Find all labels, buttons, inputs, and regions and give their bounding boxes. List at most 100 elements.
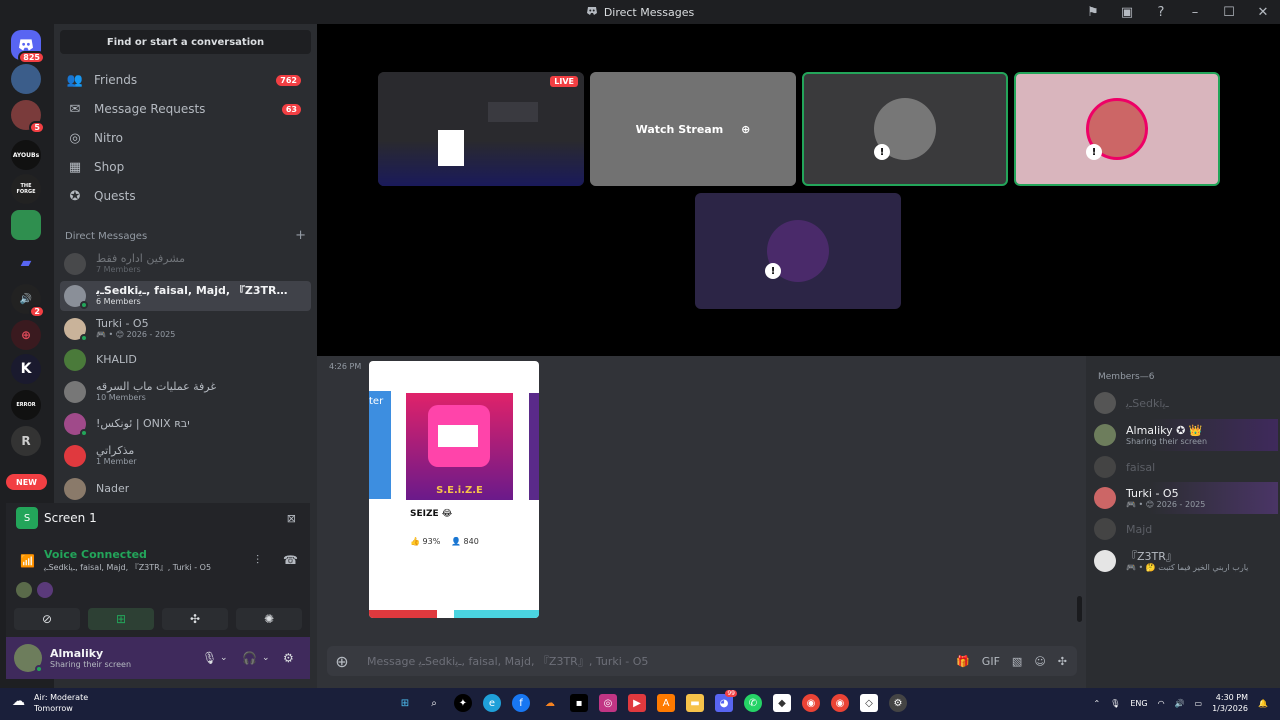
audio-options-chevron-icon[interactable]: ⌄ [262, 653, 270, 663]
member-item[interactable]: Almaliky ✪ 👑 Sharing their screen [1094, 419, 1278, 451]
find-conversation-button[interactable]: Find or start a conversation [60, 30, 311, 54]
nav-message-requests[interactable]: ✉ Message Requests 63 [60, 96, 311, 122]
whatsapp-icon[interactable]: ✆ [744, 694, 762, 712]
disconnect-icon[interactable]: ☎ [283, 553, 298, 567]
member-item[interactable]: Majd [1094, 513, 1278, 545]
mic-options-chevron-icon[interactable]: ⌄ [220, 653, 228, 663]
member-item[interactable]: faisal [1094, 451, 1278, 483]
media-app-icon[interactable]: ▶ [628, 694, 646, 712]
server-the-forge[interactable]: THE FORGE [11, 174, 41, 204]
maximize-button[interactable]: ☐ [1212, 0, 1246, 24]
nav-shop[interactable]: ▦ Shop [60, 154, 311, 180]
minimize-button[interactable]: – [1178, 0, 1212, 24]
language-indicator[interactable]: ENG [1130, 699, 1147, 708]
app-icon[interactable]: ✦ [454, 694, 472, 712]
create-dm-plus-icon[interactable]: + [295, 229, 306, 242]
dm-item-7[interactable]: Nader [60, 474, 311, 504]
weather-widget[interactable]: ☁ Air: Moderate Tomorrow [12, 692, 88, 714]
server-k[interactable]: K [11, 354, 41, 384]
tray-chevron-up-icon[interactable]: ⌃ [1093, 699, 1100, 708]
folder-icon[interactable]: ▰ [11, 248, 41, 278]
message-composer[interactable]: ⊕ Message ـﯾSedkiـﯾ, faisal, Majd, 『Z3TR… [327, 646, 1077, 676]
inbox-flag-icon[interactable]: ⚑ [1076, 0, 1110, 24]
nav-quests[interactable]: ✪ Quests [60, 183, 311, 209]
nav-nitro[interactable]: ◎ Nitro [60, 125, 311, 151]
server-ayoubs[interactable]: AYOUBs [11, 140, 41, 170]
nav-friends[interactable]: 👥 Friends 762 [60, 67, 311, 93]
chat-scrollbar[interactable] [1077, 596, 1082, 622]
wifi-icon[interactable]: ◠ [1158, 699, 1165, 708]
close-button[interactable]: ✕ [1246, 0, 1280, 24]
stream-tile-own[interactable]: LIVE [378, 72, 584, 186]
gift-icon[interactable]: 🎁 [956, 655, 970, 668]
server-avatar-2[interactable]: 5 [11, 100, 45, 134]
server-r[interactable]: R [11, 426, 41, 456]
cloud-app-icon[interactable]: ☁ [541, 694, 559, 712]
server-speaker[interactable]: 🔊 2 [11, 284, 45, 318]
app-settings-icon[interactable]: ⚙ [889, 694, 907, 712]
dm-item-2[interactable]: Turki - O5 🎮 • 😊 2026 - 2025 [60, 314, 311, 344]
server-error[interactable]: ERROR [11, 390, 41, 420]
notifications-bell-icon[interactable]: 🔔 [1258, 699, 1268, 708]
screen-share-notice-icon[interactable]: ▣ [1110, 0, 1144, 24]
voice-status-label[interactable]: Voice Connected [44, 548, 147, 561]
server-avatar-red[interactable]: ⊕ [11, 320, 41, 350]
camera-off-button[interactable]: ⊘ [14, 608, 80, 630]
stream-tile-other[interactable]: Watch Stream ⊕ [590, 72, 796, 186]
server-avatar-game[interactable] [11, 210, 41, 240]
chrome-icon[interactable]: ◉ [802, 694, 820, 712]
help-icon[interactable]: ? [1144, 0, 1178, 24]
dm-item-5[interactable]: !ئونكس | ONIX ʀיב [60, 409, 311, 439]
headphones-icon[interactable]: 🎧 [242, 651, 257, 665]
popout-icon[interactable]: ⊠ [287, 512, 296, 525]
clock[interactable]: 4:30 PM 1/3/2026 [1212, 692, 1248, 714]
discord-taskbar-icon[interactable]: ◕ 99 [715, 690, 737, 712]
activities-button[interactable]: ✣ [162, 608, 228, 630]
emoji-icon[interactable]: ☺ [1034, 655, 1045, 668]
screen-share-button[interactable]: ⊞ [88, 608, 154, 630]
participant-tile-2[interactable]: ! [1014, 72, 1220, 186]
settings-gear-icon[interactable]: ⚙ [283, 651, 294, 665]
search-icon[interactable]: ⌕ [425, 694, 443, 712]
member-item[interactable]: 『Z3TR』 🎮 • 🤔 يارب اربني الخير فيما كتبت [1094, 545, 1278, 577]
facebook-icon[interactable]: f [512, 694, 530, 712]
game-embed-card[interactable]: ter S.E.i.Z.E SEIZE 😂 👍 93% 👤 840 [369, 361, 539, 618]
soundboard-button[interactable]: ✺ [236, 608, 302, 630]
popout-stream-icon[interactable]: ⊕ [741, 123, 750, 136]
new-servers-pill[interactable]: NEW [6, 474, 47, 490]
dm-item-4[interactable]: غرفة عمليات ماب السرقه 10 Members [60, 377, 311, 407]
terminal-app-icon[interactable]: ▪ [570, 694, 588, 712]
start-windows-icon[interactable]: ⊞ [396, 694, 414, 712]
member-item[interactable]: ـﯾSedkiـﯾ [1094, 387, 1278, 419]
gif-icon[interactable]: GIF [982, 655, 1000, 668]
file-explorer-icon[interactable]: ▬ [686, 694, 704, 712]
dm-item-6[interactable]: مذكراتي 1 Member [60, 441, 311, 471]
apps-icon[interactable]: ✣ [1058, 655, 1067, 668]
battery-icon[interactable]: ▭ [1195, 699, 1203, 708]
message-input[interactable]: Message ـﯾSedkiـﯾ, faisal, Majd, 『Z3TR』,… [367, 653, 648, 669]
member-item[interactable]: Turki - O5 🎮 • 😊 2026 - 2025 [1094, 482, 1278, 514]
app-a-icon[interactable]: A [657, 694, 675, 712]
mic-tray-icon[interactable]: 🎙 [1110, 699, 1120, 708]
noise-suppression-icon[interactable]: ⫶ [256, 553, 259, 568]
attach-plus-icon[interactable]: ⊕ [327, 652, 357, 671]
home-discord-button[interactable]: 825 [11, 30, 45, 64]
seize-game-thumbnail[interactable]: S.E.i.Z.E [406, 393, 513, 500]
server-avatar-1[interactable] [11, 64, 41, 94]
participant-tile-3[interactable]: ! [695, 193, 901, 309]
microphone-icon[interactable]: 🎙 [202, 651, 217, 665]
chrome-profile-icon[interactable]: ◉ [831, 694, 849, 712]
user-avatar[interactable] [14, 644, 43, 673]
watch-stream-overlay[interactable]: Watch Stream ⊕ [590, 72, 796, 186]
dm-item-0[interactable]: مشرفين اداره فقط 7 Members [60, 249, 311, 279]
dm-item-3[interactable]: KHALID [60, 345, 311, 375]
participant-tile-1[interactable]: ! [802, 72, 1008, 186]
instagram-icon[interactable]: ◎ [599, 694, 617, 712]
roblox-icon[interactable]: ◆ [773, 694, 791, 712]
sticker-icon[interactable]: ▧ [1012, 655, 1022, 668]
edge-icon[interactable]: e [483, 694, 501, 712]
volume-icon[interactable]: 🔊 [1175, 699, 1185, 708]
dm-item-1-active[interactable]: ـﯾSedkiـﯾ, faisal, Majd, 『Z3TR』, T...6 M… [60, 281, 311, 311]
roblox-studio-icon[interactable]: ◇ [860, 694, 878, 712]
screen-share-panel[interactable]: S Screen 1 ⊠ [6, 503, 310, 533]
